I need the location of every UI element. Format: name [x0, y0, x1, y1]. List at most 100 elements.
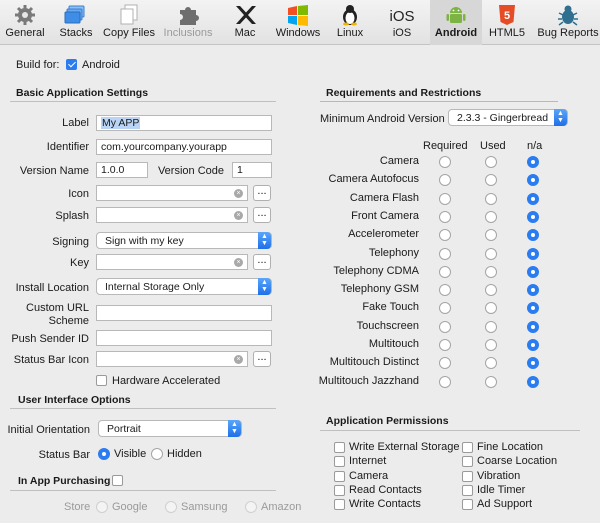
- icon-browse-button[interactable]: ...: [253, 185, 271, 201]
- iap-checkbox[interactable]: [112, 475, 123, 486]
- identifier-field[interactable]: com.yourcompany.yourapp: [96, 139, 272, 155]
- requirement-radio-required[interactable]: [439, 265, 451, 278]
- permission-checkbox[interactable]: [334, 499, 345, 511]
- min-version-popup[interactable]: 2.3.3 - Gingerbread ▲ ▼: [448, 109, 568, 126]
- requirement-radio-used[interactable]: [485, 210, 497, 223]
- requirement-radio-used[interactable]: [485, 284, 497, 297]
- requirement-radio-na[interactable]: [527, 375, 539, 388]
- store-google-radio[interactable]: [96, 501, 108, 513]
- store-amazon-label: Amazon: [261, 501, 302, 513]
- tab-bug-reports[interactable]: Bug Reports: [536, 0, 600, 45]
- status-bar-icon-browse-button[interactable]: ...: [253, 351, 271, 367]
- requirement-radio-required[interactable]: [439, 247, 451, 260]
- tab-general[interactable]: General: [0, 0, 50, 45]
- requirement-radio-required[interactable]: [439, 320, 451, 333]
- requirement-radio-na[interactable]: [527, 339, 539, 351]
- requirement-radio-na[interactable]: [527, 320, 539, 333]
- tab-inclusions[interactable]: Inclusions: [160, 0, 216, 45]
- requirement-radio-na[interactable]: [527, 174, 539, 187]
- requirement-radio-used[interactable]: [485, 375, 497, 388]
- splash-browse-button[interactable]: ...: [253, 207, 271, 223]
- status-bar-icon-field[interactable]: ×: [96, 351, 248, 367]
- requirement-radio-used[interactable]: [485, 302, 497, 315]
- tab-android[interactable]: Android: [430, 0, 482, 45]
- permission-checkbox[interactable]: [334, 442, 345, 453]
- tab-stacks[interactable]: Stacks: [52, 0, 100, 45]
- orientation-label: Initial Orientation: [7, 424, 90, 436]
- requirement-radio-used[interactable]: [485, 174, 497, 187]
- requirement-radio-used[interactable]: [485, 357, 497, 370]
- tab-windows[interactable]: Windows: [272, 0, 324, 45]
- tab-label: Copy Files: [103, 27, 155, 39]
- version-name-field[interactable]: 1.0.0: [96, 162, 148, 178]
- requirement-radio-used[interactable]: [485, 192, 497, 205]
- requirement-radio-required[interactable]: [439, 210, 451, 223]
- install-location-popup[interactable]: Internal Storage Only ▲ ▼: [96, 278, 272, 295]
- permission-checkbox[interactable]: [462, 499, 473, 511]
- requirement-radio-used[interactable]: [485, 339, 497, 351]
- store-label: Store: [64, 501, 91, 513]
- permission-checkbox[interactable]: [462, 456, 473, 468]
- clear-icon[interactable]: ×: [234, 211, 243, 220]
- requirement-radio-na[interactable]: [527, 302, 539, 315]
- key-browse-button[interactable]: ...: [253, 254, 271, 270]
- requirement-radio-na[interactable]: [527, 210, 539, 223]
- requirement-radio-used[interactable]: [485, 229, 497, 242]
- clear-icon[interactable]: ×: [234, 189, 243, 198]
- requirement-radio-na[interactable]: [527, 265, 539, 278]
- requirement-radio-na[interactable]: [527, 192, 539, 205]
- copy-files-icon: [120, 4, 138, 25]
- requirement-radio-required[interactable]: [439, 339, 451, 351]
- permission-checkbox[interactable]: [462, 470, 473, 482]
- tab-ios[interactable]: iOS iOS: [380, 0, 424, 45]
- status-bar-hidden-radio[interactable]: [151, 448, 163, 460]
- orientation-popup[interactable]: Portrait ▲ ▼: [98, 420, 242, 437]
- splash-path-field[interactable]: ×: [96, 207, 248, 223]
- requirement-radio-na[interactable]: [527, 284, 539, 297]
- requirement-radio-used[interactable]: [485, 247, 497, 260]
- label-field[interactable]: My APP: [96, 115, 272, 131]
- requirement-radio-required[interactable]: [439, 357, 451, 370]
- tab-linux[interactable]: Linux: [328, 0, 372, 45]
- requirement-radio-required[interactable]: [439, 174, 451, 187]
- requirement-radio-required[interactable]: [439, 156, 451, 168]
- requirement-radio-used[interactable]: [485, 265, 497, 278]
- push-sender-field[interactable]: [96, 330, 272, 346]
- permission-checkbox[interactable]: [334, 484, 345, 496]
- requirement-radio-used[interactable]: [485, 156, 497, 168]
- signing-popup[interactable]: Sign with my key ▲ ▼: [96, 232, 272, 249]
- icon-path-field[interactable]: ×: [96, 185, 248, 201]
- tab-copy-files[interactable]: Copy Files: [100, 0, 158, 45]
- requirement-radio-na[interactable]: [527, 156, 539, 168]
- tab-html5[interactable]: 5 HTML5: [484, 0, 530, 45]
- permission-label: Read Contacts: [349, 483, 422, 496]
- requirement-radio-na[interactable]: [527, 357, 539, 370]
- requirement-radio-na[interactable]: [527, 247, 539, 260]
- tab-mac[interactable]: Mac: [222, 0, 268, 45]
- requirement-radio-required[interactable]: [439, 229, 451, 242]
- permission-checkbox[interactable]: [334, 456, 345, 468]
- permission-label: Idle Timer: [477, 483, 526, 496]
- chevron-updown-icon: ▲ ▼: [258, 278, 271, 295]
- permission-checkbox[interactable]: [462, 442, 473, 453]
- requirement-radio-required[interactable]: [439, 375, 451, 388]
- clear-icon[interactable]: ×: [234, 355, 243, 364]
- requirement-radio-required[interactable]: [439, 302, 451, 315]
- hardware-accelerated-checkbox[interactable]: [96, 375, 107, 386]
- requirement-radio-required[interactable]: [439, 192, 451, 205]
- requirement-radio-na[interactable]: [527, 229, 539, 242]
- requirement-radio-required[interactable]: [439, 284, 451, 297]
- requirement-radio-used[interactable]: [485, 320, 497, 333]
- version-code-field[interactable]: 1: [232, 162, 272, 178]
- clear-icon[interactable]: ×: [234, 258, 243, 267]
- key-path-field[interactable]: ×: [96, 254, 248, 270]
- status-bar-visible-radio[interactable]: [98, 448, 110, 460]
- build-for-checkbox[interactable]: [66, 59, 77, 70]
- tab-label: Inclusions: [163, 27, 213, 39]
- store-samsung-label: Samsung: [181, 501, 228, 513]
- store-samsung-radio[interactable]: [165, 501, 177, 513]
- custom-url-field[interactable]: [96, 305, 272, 321]
- permission-checkbox[interactable]: [334, 470, 345, 482]
- store-amazon-radio[interactable]: [245, 501, 257, 513]
- permission-checkbox[interactable]: [462, 484, 473, 496]
